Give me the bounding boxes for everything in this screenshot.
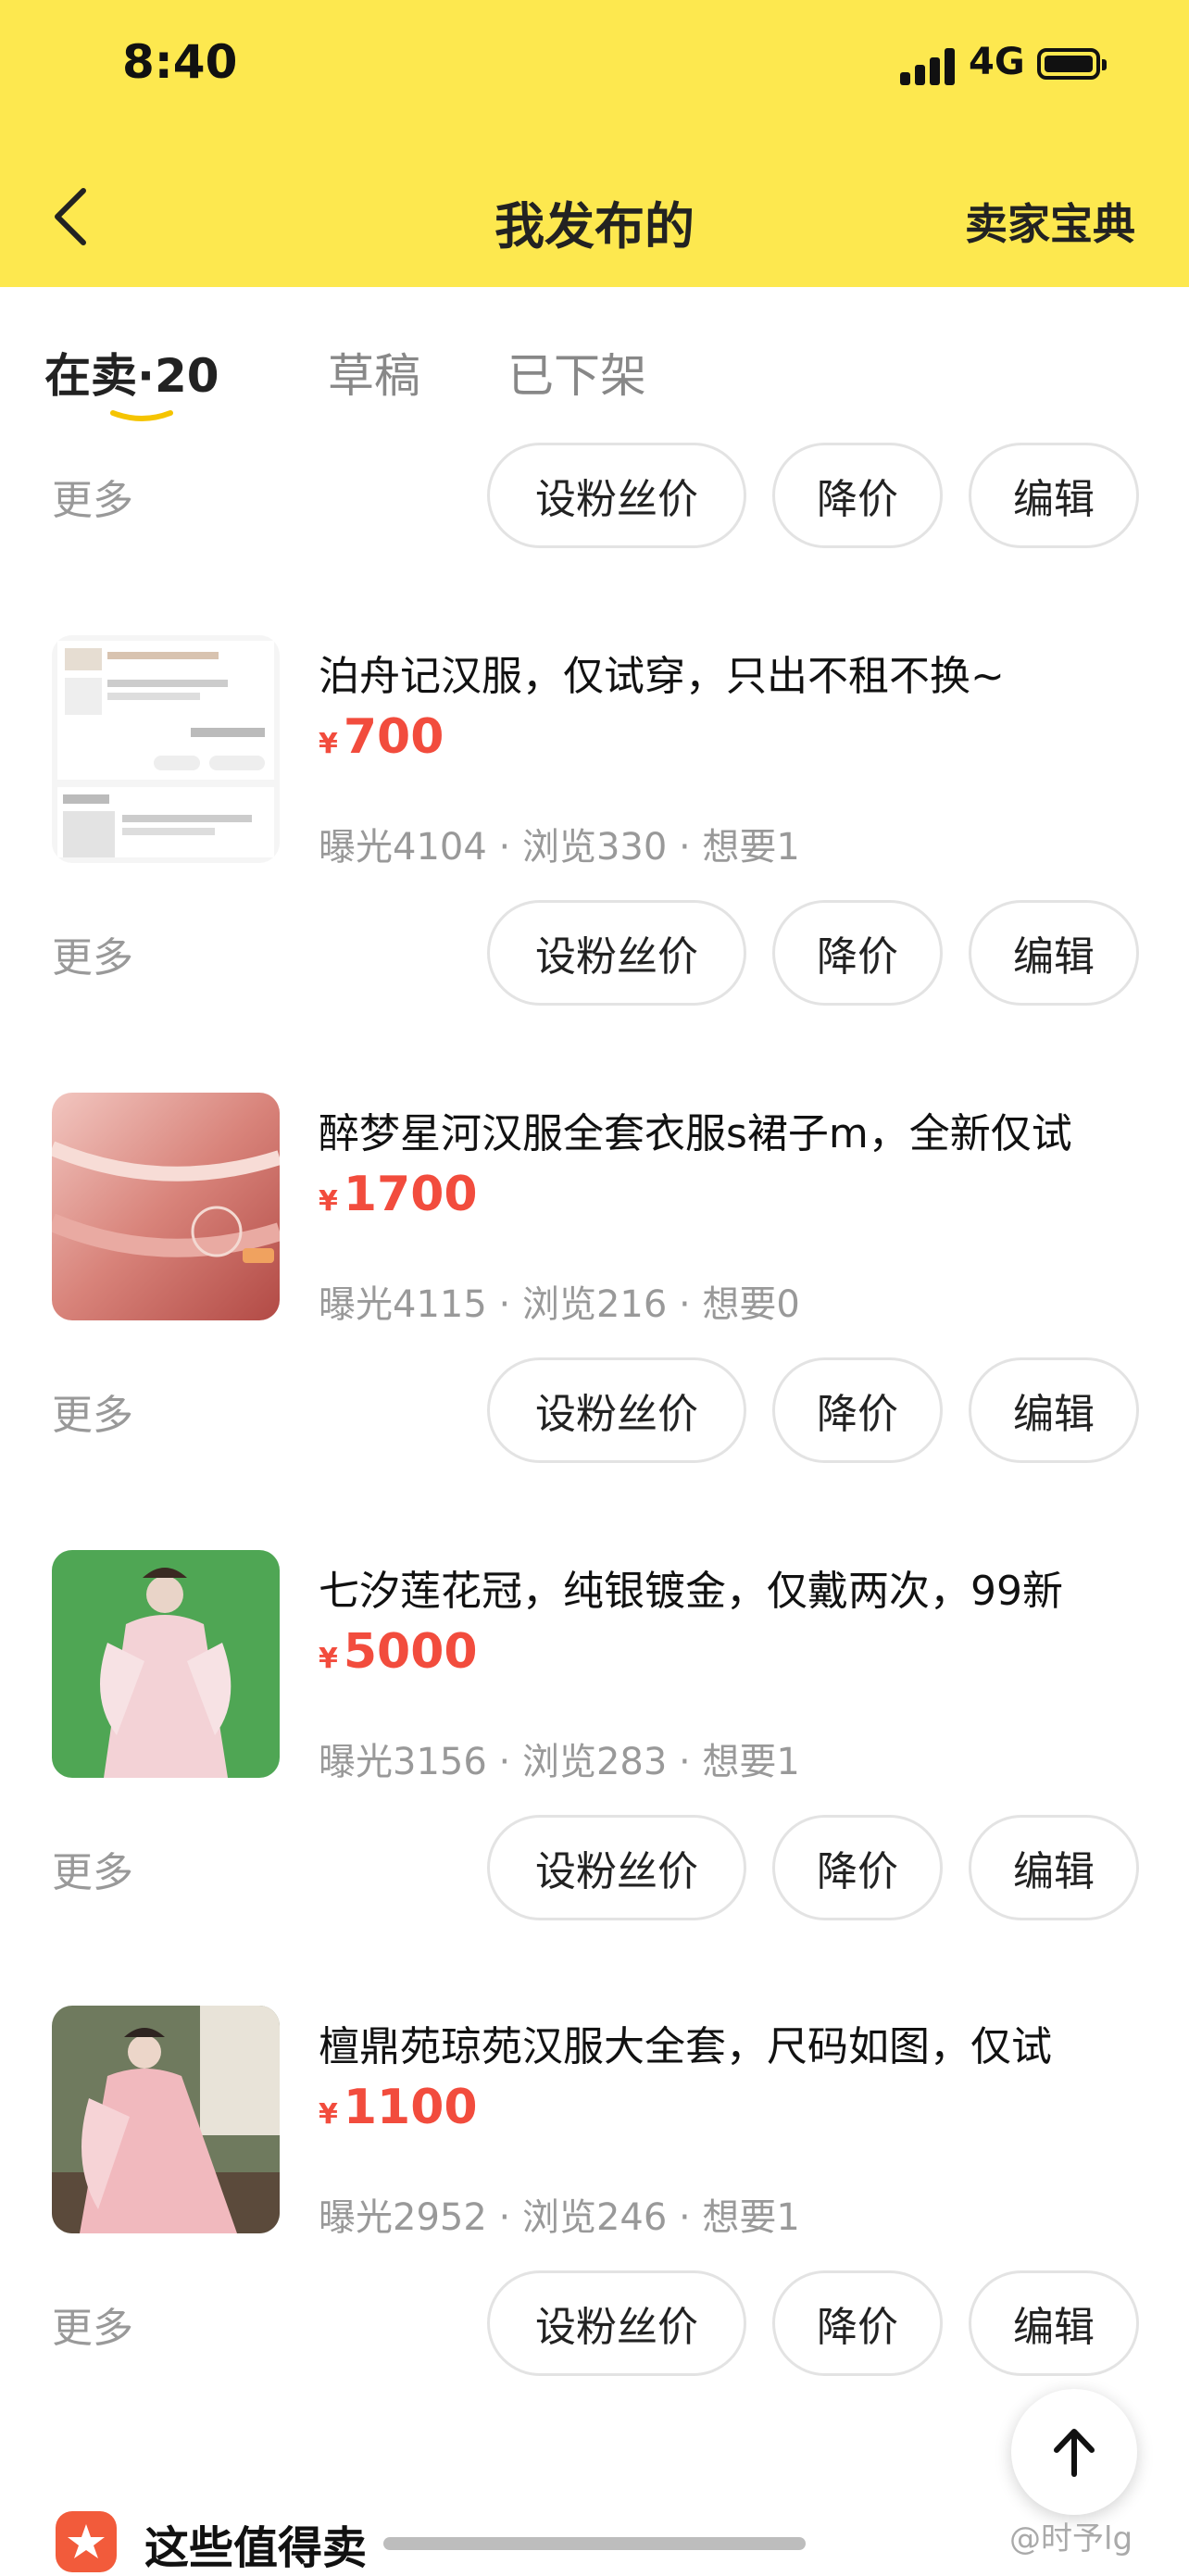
reduce-price-button[interactable]: 降价 [772, 1357, 943, 1463]
item-price: ¥1700 [319, 1167, 478, 1222]
currency-symbol: ¥ [319, 2098, 338, 2131]
listing-item[interactable]: 七汐莲花冠，纯银镀金，仅戴两次，99新 ¥5000 曝光3156 · 浏览283… [0, 1550, 1189, 1791]
set-fans-price-button[interactable]: 设粉丝价 [487, 1357, 746, 1463]
reduce-price-button[interactable]: 降价 [772, 900, 943, 1006]
listing-item[interactable]: 泊舟记汉服，仅试穿，只出不租不换~ ¥700 曝光4104 · 浏览330 · … [0, 635, 1189, 876]
edit-button[interactable]: 编辑 [969, 443, 1139, 548]
item-stats: 曝光2952 · 浏览246 · 想要1 [319, 2196, 800, 2239]
tab-drafts[interactable]: 草稿 [328, 339, 420, 406]
price-value: 1100 [343, 2080, 478, 2135]
item-thumbnail [52, 635, 280, 863]
item-title: 檀鼎苑琼苑汉服大全套，尺码如图，仅试 [319, 2023, 1052, 2070]
set-fans-price-button[interactable]: 设粉丝价 [487, 1815, 746, 1920]
battery-icon [1037, 48, 1107, 80]
reduce-price-button[interactable]: 降价 [772, 1815, 943, 1920]
item-price: ¥5000 [319, 1624, 478, 1680]
network-label: 4G [969, 41, 1025, 83]
item-stats: 曝光3156 · 浏览283 · 想要1 [319, 1741, 800, 1783]
action-row: 更多 设粉丝价 降价 编辑 [0, 900, 1189, 1011]
price-value: 700 [343, 709, 444, 765]
currency-symbol: ¥ [319, 1643, 338, 1675]
listing-item[interactable]: 檀鼎苑琼苑汉服大全套，尺码如图，仅试 ¥1100 曝光2952 · 浏览246 … [0, 2006, 1189, 2246]
edit-button[interactable]: 编辑 [969, 900, 1139, 1006]
currency-symbol: ¥ [319, 1185, 338, 1218]
more-button[interactable]: 更多 [52, 1382, 133, 1441]
edit-button[interactable]: 编辑 [969, 1357, 1139, 1463]
tab-bar: 在卖·20 草稿 已下架 [0, 287, 1189, 444]
reduce-price-button[interactable]: 降价 [772, 443, 943, 548]
arrow-up-icon [1054, 2429, 1095, 2477]
item-title: 泊舟记汉服，仅试穿，只出不租不换~ [319, 653, 1005, 700]
tab-delisted[interactable]: 已下架 [507, 339, 646, 406]
item-stats: 曝光4115 · 浏览216 · 想要0 [319, 1283, 800, 1326]
set-fans-price-button[interactable]: 设粉丝价 [487, 2270, 746, 2376]
price-value: 5000 [343, 1624, 478, 1680]
more-button[interactable]: 更多 [52, 1839, 133, 1898]
action-row: 更多 设粉丝价 降价 编辑 [0, 443, 1189, 554]
home-indicator [383, 2537, 806, 2550]
more-button[interactable]: 更多 [52, 467, 133, 526]
price-value: 1700 [343, 1167, 478, 1222]
status-time: 8:40 [122, 35, 238, 89]
watermark: @时予lg [1009, 2520, 1133, 2557]
tab-on-sale[interactable]: 在卖·20 [44, 339, 219, 406]
star-icon [56, 2511, 117, 2572]
item-stats: 曝光4104 · 浏览330 · 想要1 [319, 826, 800, 869]
bottom-section: 这些值得卖 @时予lg [0, 2500, 1189, 2574]
worth-selling-label[interactable]: 这些值得卖 [144, 2511, 367, 2576]
action-row: 更多 设粉丝价 降价 编辑 [0, 1815, 1189, 1926]
signal-icon [900, 48, 956, 85]
more-button[interactable]: 更多 [52, 2295, 133, 2354]
tab-active-indicator [110, 410, 173, 421]
item-thumbnail [52, 2006, 280, 2233]
action-row: 更多 设粉丝价 降价 编辑 [0, 2270, 1189, 2382]
item-title: 醉梦星河汉服全套衣服s裙子m，全新仅试 [319, 1110, 1072, 1157]
listing-item[interactable]: 醉梦星河汉服全套衣服s裙子m，全新仅试 ¥1700 曝光4115 · 浏览216… [0, 1093, 1189, 1333]
set-fans-price-button[interactable]: 设粉丝价 [487, 900, 746, 1006]
more-button[interactable]: 更多 [52, 924, 133, 983]
header-bar: 8:40 4G 我发布的 卖家宝典 [0, 0, 1189, 287]
action-row: 更多 设粉丝价 降价 编辑 [0, 1357, 1189, 1469]
set-fans-price-button[interactable]: 设粉丝价 [487, 443, 746, 548]
reduce-price-button[interactable]: 降价 [772, 2270, 943, 2376]
currency-symbol: ¥ [319, 728, 338, 760]
item-price: ¥700 [319, 709, 444, 765]
item-title: 七汐莲花冠，纯银镀金，仅戴两次，99新 [319, 1568, 1063, 1615]
item-thumbnail [52, 1550, 280, 1778]
scroll-top-button[interactable] [1011, 2389, 1137, 2515]
item-price: ¥1100 [319, 2080, 478, 2135]
edit-button[interactable]: 编辑 [969, 2270, 1139, 2376]
seller-guide-link[interactable]: 卖家宝典 [965, 191, 1135, 252]
edit-button[interactable]: 编辑 [969, 1815, 1139, 1920]
item-thumbnail [52, 1093, 280, 1320]
